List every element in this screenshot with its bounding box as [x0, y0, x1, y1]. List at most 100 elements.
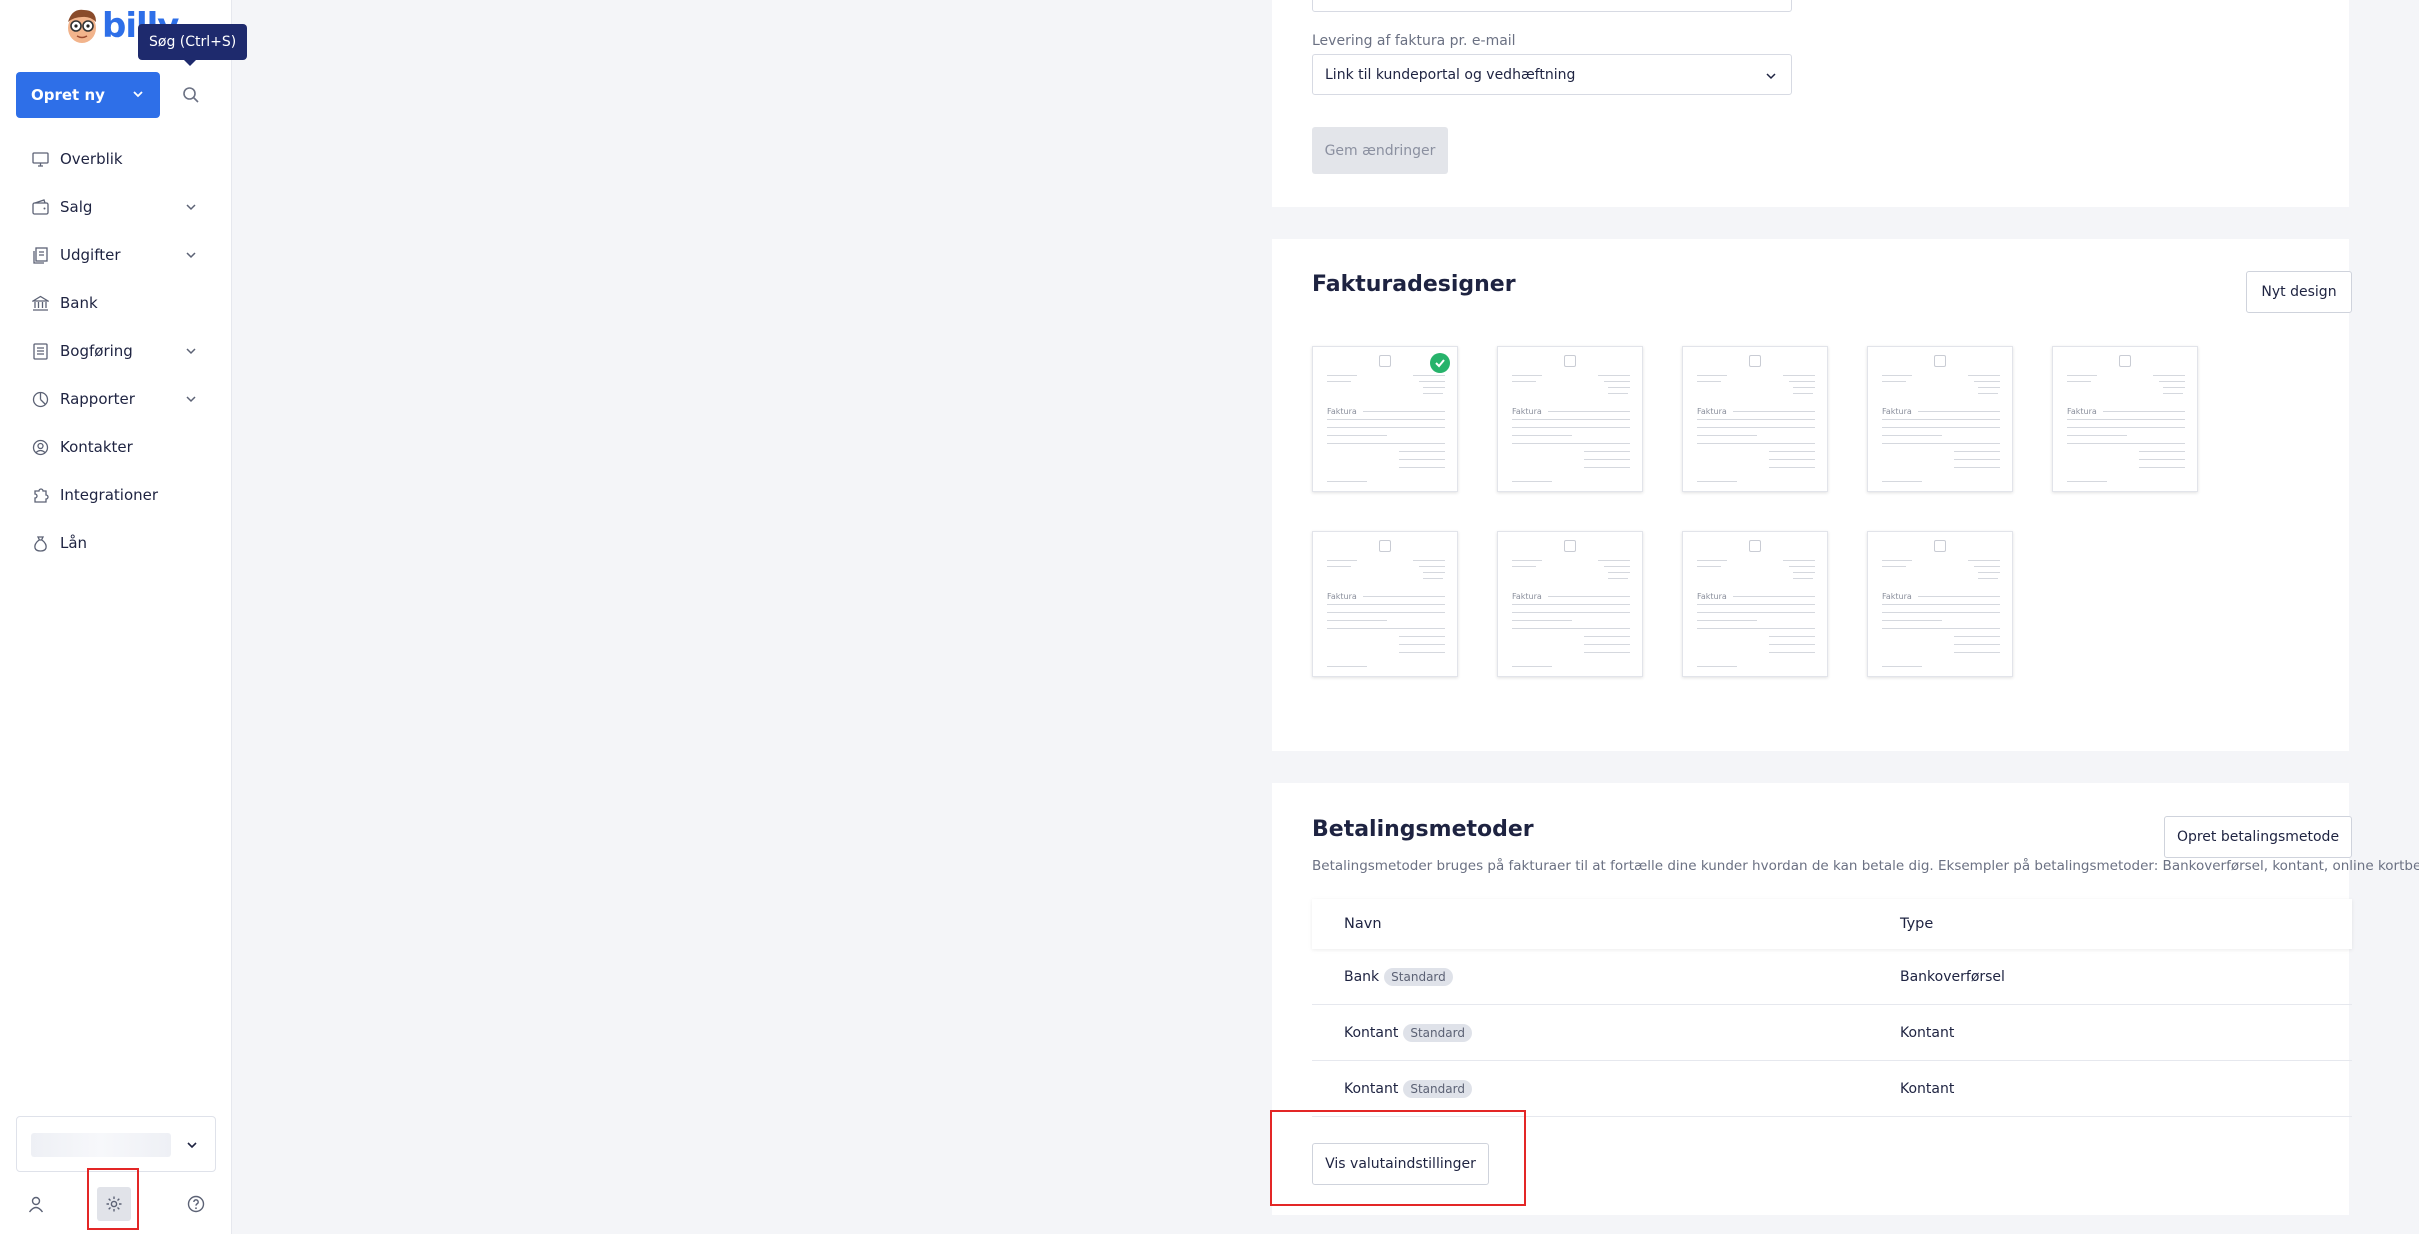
nav-label: Kontakter — [60, 438, 133, 456]
delivery-select[interactable]: Link til kundeportal og vedhæftning — [1312, 54, 1792, 95]
thumbnail-line — [1363, 411, 1445, 412]
thumbnail-line — [1882, 566, 1906, 567]
thumbnail-line — [1604, 566, 1630, 567]
table-row[interactable]: Bank Standard Bankoverførsel — [1312, 949, 2352, 1005]
thumbnail-line — [1954, 459, 2000, 460]
thumbnail-line — [1598, 375, 1630, 376]
thumbnail-line — [1399, 636, 1445, 637]
thumbnail-line — [1327, 666, 1367, 667]
nav-item-rapporter[interactable]: Rapporter — [0, 375, 232, 423]
nav-item-integrationer[interactable]: Integrationer — [0, 471, 232, 519]
thumbnail-line — [1793, 387, 1815, 388]
help-icon — [187, 1195, 205, 1213]
thumbnail-line — [2139, 459, 2185, 460]
wallet-icon — [32, 198, 49, 215]
nav-item-kontakter[interactable]: Kontakter — [0, 423, 232, 471]
profile-button[interactable] — [24, 1192, 48, 1216]
thumbnail-line — [1882, 381, 1906, 382]
chevron-down-icon — [186, 396, 196, 403]
help-button[interactable] — [184, 1192, 208, 1216]
nav-item-udgifter[interactable]: Udgifter — [0, 231, 232, 279]
nav-item-bogforing[interactable]: Bogføring — [0, 327, 232, 375]
nav-item-overblik[interactable]: Overblik — [0, 135, 232, 183]
thumbnail-line — [1882, 481, 1922, 482]
thumbnail-line — [1968, 560, 2000, 561]
invoice-design-thumbnail[interactable]: Faktura — [1497, 346, 1643, 492]
nav-item-lan[interactable]: Lån — [0, 519, 232, 567]
thumbnail-line — [1954, 636, 2000, 637]
standard-badge: Standard — [1403, 1079, 1472, 1098]
search-button[interactable] — [176, 80, 206, 110]
thumbnail-line — [1363, 596, 1445, 597]
thumbnail-line — [1697, 666, 1737, 667]
sidebar: billy Opret ny Søg (Ctrl+S) Overblik Sal… — [0, 0, 248, 1234]
previous-field[interactable] — [1312, 0, 1792, 12]
thumbnail-line — [1783, 560, 1815, 561]
thumbnail-line — [1769, 652, 1815, 653]
settings-button[interactable] — [97, 1187, 131, 1221]
nav-label: Udgifter — [60, 246, 121, 264]
thumbnail-line — [1512, 481, 1552, 482]
thumbnail-line — [1512, 628, 1630, 629]
invoice-design-thumbnail[interactable]: Faktura — [1497, 531, 1643, 677]
thumbnail-line — [1733, 411, 1815, 412]
new-design-button[interactable]: Nyt design — [2246, 271, 2352, 313]
chevron-down-icon — [186, 252, 196, 259]
thumbnail-line — [1512, 435, 1572, 436]
invoice-design-thumbnail[interactable]: Faktura — [1312, 346, 1458, 492]
thumbnail-title: Faktura — [1327, 592, 1357, 601]
payment-method-type: Bankoverførsel — [1900, 968, 2005, 985]
save-changes-button[interactable]: Gem ændringer — [1312, 127, 1448, 174]
thumbnail-line — [1584, 652, 1630, 653]
thumbnail-line — [1882, 427, 2000, 428]
money-bag-icon — [34, 535, 47, 552]
thumbnail-line — [1327, 566, 1351, 567]
nav-item-bank[interactable]: Bank — [0, 279, 232, 327]
thumbnail-title: Faktura — [2067, 407, 2097, 416]
thumbnail-line — [1423, 572, 1445, 573]
logo-placeholder — [1934, 540, 1946, 552]
thumbnail-title: Faktura — [1697, 592, 1727, 601]
payment-methods-card: Betalingsmetoder Opret betalingsmetode B… — [1272, 783, 2419, 1215]
thumbnail-line — [1974, 381, 2000, 382]
invoice-design-thumbnail[interactable]: Faktura — [1867, 346, 2013, 492]
thumbnail-line — [1399, 644, 1445, 645]
thumbnail-line — [1327, 375, 1357, 376]
thumbnail-line — [1512, 612, 1630, 613]
thumbnail-line — [1512, 427, 1630, 428]
payment-method-name: Kontant Standard — [1344, 1079, 1472, 1098]
thumbnail-line — [1793, 578, 1813, 579]
thumbnail-line — [1399, 467, 1445, 468]
thumbnail-line — [1697, 419, 1815, 420]
thumbnail-line — [2139, 451, 2185, 452]
thumbnail-line — [1697, 628, 1815, 629]
payment-methods-description: Betalingsmetoder bruges på fakturaer til… — [1312, 858, 2419, 874]
nav-item-salg[interactable]: Salg — [0, 183, 232, 231]
create-payment-method-button[interactable]: Opret betalingsmetode — [2164, 816, 2352, 858]
thumbnail-line — [1598, 560, 1630, 561]
invoice-design-thumbnail[interactable]: Faktura — [1312, 531, 1458, 677]
invoice-design-thumbnail[interactable]: Faktura — [1682, 346, 1828, 492]
thumbnail-line — [1327, 381, 1351, 382]
invoice-design-thumbnail[interactable]: Faktura — [2052, 346, 2198, 492]
logo-placeholder — [1749, 540, 1761, 552]
user-icon — [28, 1196, 44, 1213]
organization-select[interactable] — [16, 1116, 216, 1172]
create-new-button[interactable]: Opret ny — [16, 72, 160, 118]
name-text: Bank — [1344, 968, 1380, 985]
payment-method-type: Kontant — [1900, 1024, 1955, 1041]
column-header-name: Navn — [1344, 916, 1382, 932]
invoice-design-thumbnail[interactable]: Faktura — [1867, 531, 2013, 677]
thumbnail-line — [1512, 443, 1630, 444]
invoice-design-thumbnail[interactable]: Faktura — [1682, 531, 1828, 677]
table-row[interactable]: Kontant Standard Kontant — [1312, 1061, 2352, 1117]
thumbnail-line — [1327, 604, 1445, 605]
thumbnail-line — [1954, 644, 2000, 645]
thumbnail-line — [1769, 644, 1815, 645]
thumbnail-line — [2159, 381, 2185, 382]
show-currency-settings-button[interactable]: Vis valutaindstillinger — [1312, 1143, 1489, 1185]
organization-logo — [31, 1133, 171, 1157]
table-row[interactable]: Kontant Standard Kontant — [1312, 1005, 2352, 1061]
thumbnail-line — [2067, 375, 2097, 376]
thumbnail-line — [1789, 381, 1815, 382]
